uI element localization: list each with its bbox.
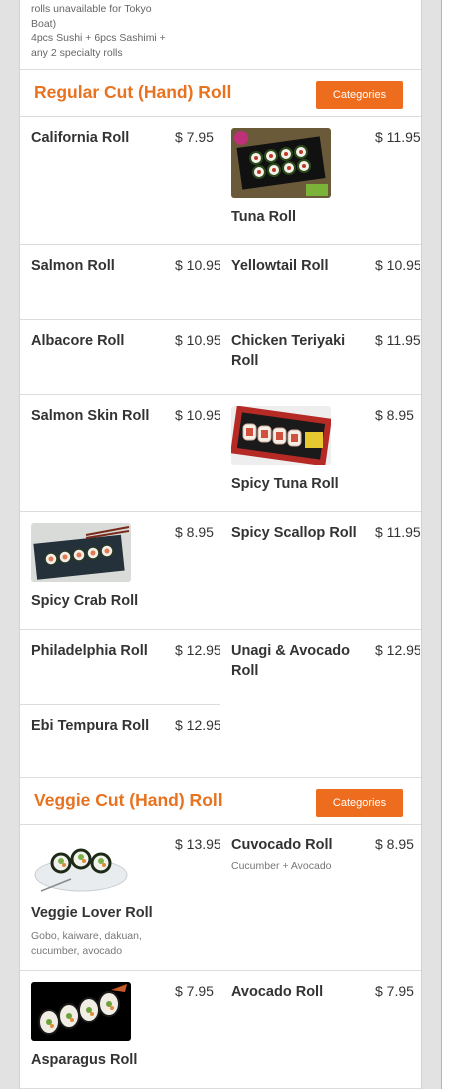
item-price: $ 7.95 bbox=[375, 983, 414, 999]
item-price: $ 11.95 bbox=[375, 524, 420, 540]
item-name: Cuvocado Roll bbox=[231, 837, 333, 853]
item-price: $ 10.95 bbox=[175, 257, 220, 273]
menu-item-avocado-roll[interactable]: Avocado Roll $ 7.95 bbox=[220, 971, 420, 1089]
item-name: Tuna Roll bbox=[231, 209, 296, 225]
item-name: Chicken Teriyaki Roll bbox=[231, 333, 346, 369]
section-header-veggie: Veggie Cut (Hand) Roll Categories bbox=[20, 777, 421, 825]
menu-item-california-roll[interactable]: California Roll $ 7.95 bbox=[20, 117, 220, 244]
item-price: $ 7.95 bbox=[175, 983, 214, 999]
item-name: Albacore Roll bbox=[31, 333, 125, 349]
menu-item-philadelphia-roll[interactable]: Philadelphia Roll $ 12.95 bbox=[20, 630, 220, 704]
asparagus-roll-photo[interactable] bbox=[31, 982, 131, 1041]
item-price: $ 10.95 bbox=[375, 257, 420, 273]
menu-item-salmon-skin-roll[interactable]: Salmon Skin Roll $ 10.95 bbox=[20, 395, 220, 511]
menu-item-spicy-crab-roll[interactable]: Spicy Crab Roll $ 8.95 bbox=[20, 512, 220, 629]
item-name: Spicy Scallop Roll bbox=[231, 525, 357, 541]
spicy-crab-roll-photo[interactable] bbox=[31, 523, 131, 582]
item-price: $ 12.95 bbox=[375, 642, 420, 658]
section-header-regular: Regular Cut (Hand) Roll Categories bbox=[20, 69, 421, 117]
item-price: $ 11.95 bbox=[375, 129, 420, 145]
menu-item-spicy-tuna-roll[interactable]: Spicy Tuna Roll $ 8.95 bbox=[220, 395, 420, 511]
description-line: rolls unavailable for Tokyo bbox=[31, 3, 152, 15]
menu-item-spicy-scallop-roll[interactable]: Spicy Scallop Roll $ 11.95 bbox=[220, 512, 420, 629]
item-name: Veggie Lover Roll bbox=[31, 905, 153, 921]
item-name: Unagi & Avocado Roll bbox=[231, 643, 350, 679]
menu-item-unagi-avocado-roll[interactable]: Unagi & Avocado Roll $ 12.95 bbox=[220, 630, 420, 704]
menu-item-yellowtail-roll[interactable]: Yellowtail Roll $ 10.95 bbox=[220, 245, 420, 319]
menu-item-chicken-teriyaki-roll[interactable]: Chicken Teriyaki Roll $ 11.95 bbox=[220, 320, 420, 394]
item-price: $ 13.95 bbox=[175, 836, 220, 852]
scrollbar-track[interactable] bbox=[441, 0, 450, 1089]
item-price: $ 8.95 bbox=[375, 407, 414, 423]
tuna-roll-photo[interactable] bbox=[231, 128, 331, 198]
item-price: $ 10.95 bbox=[175, 332, 220, 348]
item-name: Salmon Skin Roll bbox=[31, 408, 150, 424]
item-price: $ 8.95 bbox=[175, 524, 214, 540]
item-description: Cucumber + Avocado bbox=[231, 860, 332, 872]
menu-item-cuvocado-roll[interactable]: Cuvocado Roll Cucumber + Avocado $ 8.95 bbox=[220, 824, 420, 970]
item-name: Asparagus Roll bbox=[31, 1052, 138, 1068]
menu-item-salmon-roll[interactable]: Salmon Roll $ 10.95 bbox=[20, 245, 220, 319]
menu-item-albacore-roll[interactable]: Albacore Roll $ 10.95 bbox=[20, 320, 220, 394]
item-price: $ 12.95 bbox=[175, 717, 220, 733]
item-price: $ 12.95 bbox=[175, 642, 220, 658]
item-name: Yellowtail Roll bbox=[231, 258, 329, 274]
item-name: Avocado Roll bbox=[231, 984, 324, 1000]
item-price: $ 10.95 bbox=[175, 407, 220, 423]
item-price: $ 11.95 bbox=[375, 332, 420, 348]
item-description: Gobo, kaiware, dakuan, cucumber, avocado bbox=[31, 930, 142, 957]
description-line: any 2 specialty rolls bbox=[31, 46, 123, 59]
item-name: Salmon Roll bbox=[31, 258, 115, 274]
item-price: $ 7.95 bbox=[175, 129, 214, 145]
item-name: Philadelphia Roll bbox=[31, 643, 148, 659]
menu-item-veggie-lover-roll[interactable]: Veggie Lover Roll Gobo, kaiware, dakuan,… bbox=[20, 824, 220, 970]
item-description: rolls unavailable for Tokyo Boat) 4pcs S… bbox=[31, 2, 171, 60]
menu-item-asparagus-roll[interactable]: Asparagus Roll $ 7.95 bbox=[20, 971, 220, 1089]
menu-item-ebi-tempura-roll[interactable]: Ebi Tempura Roll $ 12.95 bbox=[20, 705, 220, 777]
menu-panel: rolls unavailable for Tokyo Boat) 4pcs S… bbox=[19, 0, 422, 1089]
categories-button[interactable]: Categories bbox=[316, 789, 403, 817]
item-name: Spicy Crab Roll bbox=[31, 593, 139, 609]
section-title: Regular Cut (Hand) Roll bbox=[34, 82, 232, 102]
description-line: Boat) bbox=[31, 17, 57, 30]
description-line: 4pcs Sushi + 6pcs Sashimi + bbox=[31, 32, 166, 44]
item-price: $ 8.95 bbox=[375, 836, 414, 852]
spicy-tuna-roll-photo[interactable] bbox=[231, 406, 331, 465]
menu-item-tuna-roll[interactable]: Tuna Roll $ 11.95 bbox=[220, 117, 420, 244]
item-name: Ebi Tempura Roll bbox=[31, 718, 150, 734]
section-title: Veggie Cut (Hand) Roll bbox=[34, 790, 223, 810]
item-name: Spicy Tuna Roll bbox=[231, 476, 339, 492]
categories-button[interactable]: Categories bbox=[316, 81, 403, 109]
veggie-lover-roll-photo[interactable] bbox=[31, 835, 131, 894]
item-name: California Roll bbox=[31, 130, 130, 146]
